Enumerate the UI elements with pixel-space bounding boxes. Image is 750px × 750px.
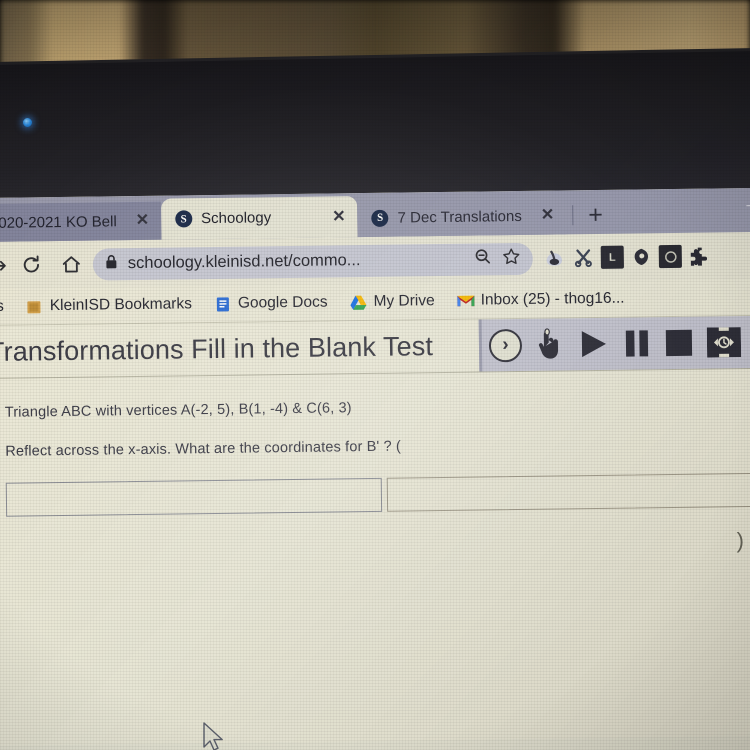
extension-label: L	[608, 251, 616, 264]
bookmark-label: KleinISD Bookmarks	[49, 295, 193, 315]
close-icon[interactable]: ✕	[136, 212, 150, 229]
bookmark-item-inbox[interactable]: Inbox (25) - thog16...	[446, 289, 636, 309]
bookmark-label: ps	[0, 297, 4, 315]
schoology-icon: S	[371, 209, 389, 227]
tab-title: 7 Dec Translations	[397, 207, 522, 227]
pause-icon[interactable]	[623, 326, 651, 360]
bookmark-label: Google Docs	[237, 293, 328, 312]
assessment-toolbar: ›	[478, 315, 750, 372]
dark-square-extension-icon[interactable]	[658, 244, 682, 269]
bookmark-label: My Drive	[373, 292, 435, 310]
schoology-icon: S	[175, 210, 193, 228]
laptop-bezel	[0, 47, 750, 212]
lock-icon	[105, 254, 118, 274]
toolbar-divider	[478, 319, 483, 372]
page-title: Transformations Fill in the Blank Test	[0, 330, 434, 367]
bookmark-item-kleinisd[interactable]: KleinISD Bookmarks	[15, 295, 203, 315]
lastpass-extension-icon[interactable]: L	[600, 245, 624, 269]
closing-paren: )	[736, 528, 744, 553]
favicon-letter: S	[180, 212, 187, 225]
nearpod-extension-icon[interactable]	[630, 245, 653, 268]
address-bar[interactable]: schoology.kleinisd.net/commo...	[92, 242, 534, 281]
question-block: Triangle ABC with vertices A(-2, 5), B(1…	[0, 369, 750, 460]
window-controls: –	[728, 188, 750, 233]
screen-content: 020-2021 KO Bell ✕ S Schoology ✕ S 7 Dec…	[0, 187, 750, 750]
minimize-button[interactable]: –	[728, 195, 750, 214]
browser-tab-3[interactable]: S 7 Dec Translations ✕	[357, 196, 567, 238]
question-prompt-line-1: Triangle ABC with vertices A(-2, 5), B(1…	[4, 400, 352, 421]
scissors-extension-icon[interactable]	[572, 246, 595, 269]
tab-title: 020-2021 KO Bell	[0, 212, 117, 232]
close-icon[interactable]: ✕	[541, 207, 555, 224]
pointer-hand-icon[interactable]	[535, 327, 563, 361]
url-text: schoology.kleinisd.net/commo...	[127, 251, 361, 273]
zoom-out-icon[interactable]	[474, 247, 492, 270]
browser-tab-2[interactable]: S Schoology ✕	[160, 196, 358, 240]
assessment-page: Transformations Fill in the Blank Test ›	[0, 315, 750, 746]
bookmark-item-google-docs[interactable]: Google Docs	[203, 293, 339, 313]
home-icon[interactable]	[51, 254, 91, 276]
play-icon[interactable]	[576, 327, 610, 361]
folder-icon	[26, 298, 43, 315]
bookmark-item-0[interactable]: ps	[0, 298, 15, 316]
answer-y-field[interactable]	[386, 472, 750, 512]
next-question-button[interactable]: ›	[488, 328, 523, 362]
new-tab-button[interactable]: +	[582, 201, 617, 234]
answer-x-field[interactable]	[5, 477, 382, 517]
laptop-screen-photo: 020-2021 KO Bell ✕ S Schoology ✕ S 7 Dec…	[0, 0, 750, 750]
assessment-header: Transformations Fill in the Blank Test ›	[0, 315, 750, 378]
star-icon[interactable]	[502, 246, 521, 270]
bookmark-label: Inbox (25) - thog16...	[480, 289, 625, 309]
tab-divider	[572, 205, 574, 226]
stop-icon[interactable]	[664, 328, 694, 358]
google-docs-icon	[214, 295, 231, 312]
google-drive-icon	[349, 294, 367, 311]
tab-title: Schoology	[201, 209, 272, 228]
back-arrow-icon[interactable]	[0, 257, 11, 273]
gmail-icon	[457, 292, 475, 309]
media-scrub-icon[interactable]	[706, 327, 742, 358]
answer-fields-row	[0, 472, 750, 517]
browser-tab-1[interactable]: 020-2021 KO Bell ✕	[0, 201, 162, 242]
power-led-indicator	[23, 118, 32, 127]
puzzle-extensions-icon[interactable]	[688, 244, 711, 267]
kami-extension-icon[interactable]	[543, 246, 566, 269]
bookmark-item-my-drive[interactable]: My Drive	[338, 292, 445, 311]
close-icon[interactable]: ✕	[332, 208, 346, 225]
extension-icons: L	[533, 244, 711, 269]
question-prompt-line-2: Reflect across the x-axis. What are the …	[5, 438, 402, 460]
favicon-letter: S	[376, 211, 384, 224]
reload-icon[interactable]	[11, 254, 51, 276]
